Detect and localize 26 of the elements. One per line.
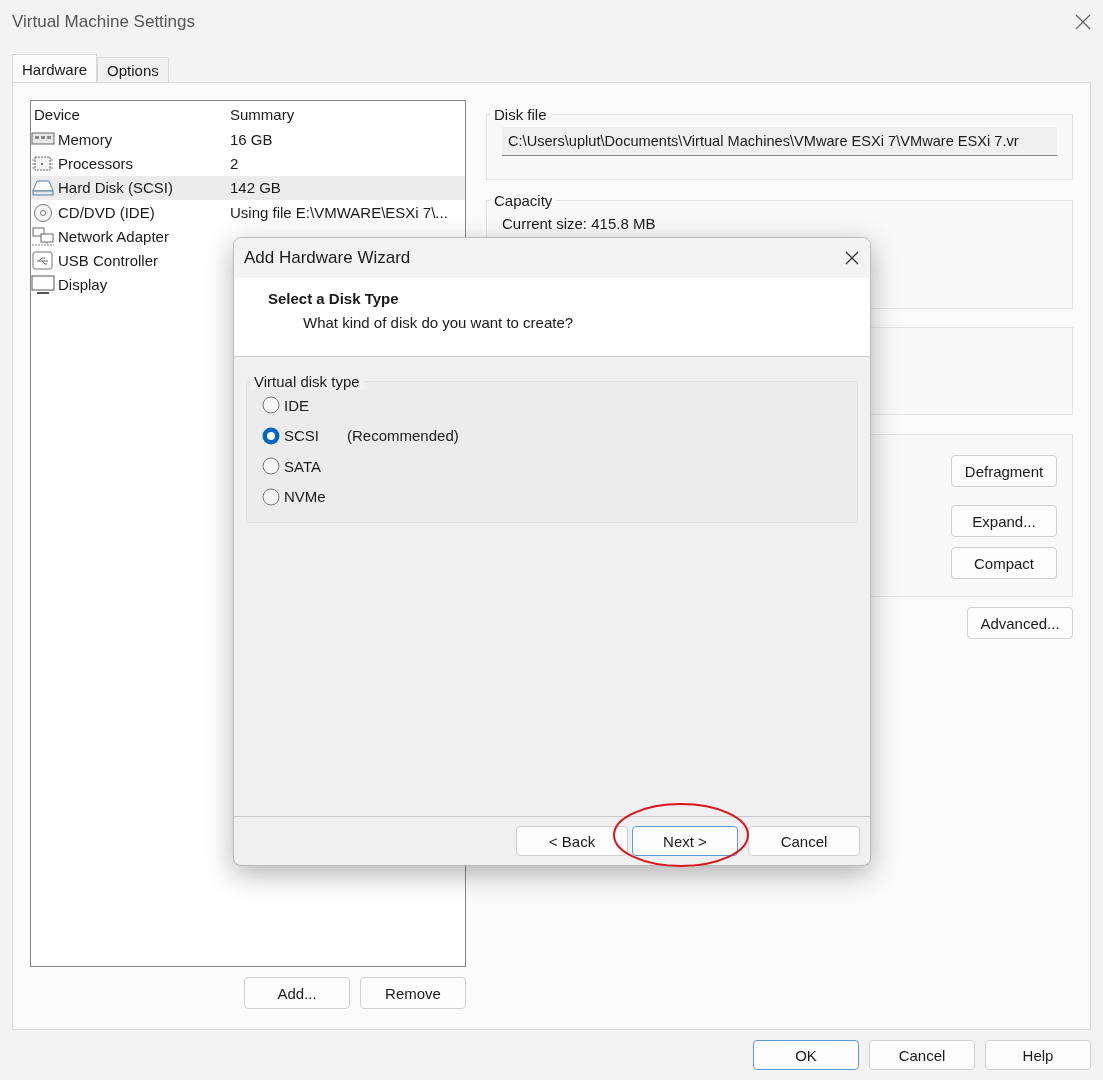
device-name: Memory [57,130,113,148]
device-name: Processors [57,154,134,172]
current-size: Current size: 415.8 MB [502,215,656,232]
group-title: Virtual disk type [250,373,364,390]
device-summary: 142 GB [229,179,282,197]
device-name: CD/DVD (IDE) [57,203,155,221]
wizard-subheading: What kind of disk do you want to create? [303,314,574,331]
device-name: Network Adapter [57,227,169,245]
column-header: Device [33,105,81,123]
device-name: Display [57,276,108,294]
column-header: Summary [229,105,296,123]
option-label: SCSI [284,427,319,445]
option-label: SATA [284,457,321,475]
option-note: (Recommended) [347,427,459,445]
wizard-title: Add Hardware Wizard [244,248,411,268]
device-name: USB Controller [57,252,159,270]
wizard-heading: Select a Disk Type [268,290,399,307]
group-title: Capacity [493,192,554,209]
device-name: Hard Disk (SCSI) [57,179,173,197]
device-summary: 16 GB [229,130,274,148]
device-summary: Using file E:\VMWARE\ESXi 7\... [229,203,449,221]
option-label: NVMe [284,488,326,506]
device-summary: 2 [229,154,240,172]
option-label: IDE [284,396,309,414]
window-title: Virtual Machine Settings [12,12,195,32]
group-title: Disk file [493,106,548,123]
